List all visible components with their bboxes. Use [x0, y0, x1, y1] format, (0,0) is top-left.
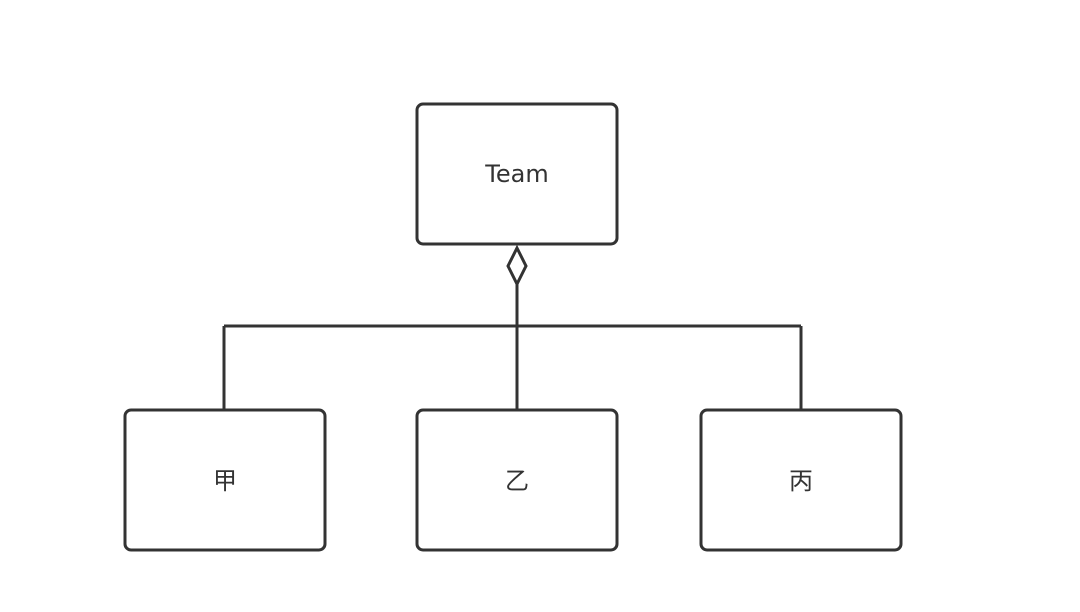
node-child-3-label: 丙	[789, 467, 813, 495]
node-team-label: Team	[484, 160, 548, 188]
node-child-2[interactable]: 乙	[415, 408, 619, 552]
node-child-3[interactable]: 丙	[699, 408, 903, 552]
aggregation-diamond-icon	[506, 244, 528, 288]
node-child-1-label: 甲	[213, 467, 237, 495]
connectors	[222, 282, 803, 410]
node-child-2-label: 乙	[505, 467, 529, 495]
node-team[interactable]: Team	[415, 102, 619, 246]
node-child-1[interactable]: 甲	[123, 408, 327, 552]
aggregation-diagram: Team 甲 乙 丙	[123, 102, 903, 552]
